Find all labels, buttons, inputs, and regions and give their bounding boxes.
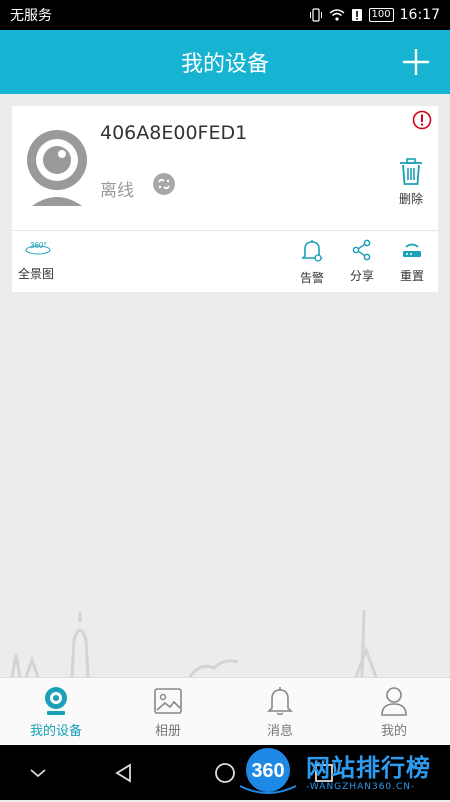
router-icon bbox=[403, 243, 421, 257]
delete-label: 删除 bbox=[398, 192, 423, 206]
status-icons: 100 16:17 bbox=[309, 7, 440, 23]
bell-icon bbox=[267, 687, 293, 716]
watermark-subtitle: -WANGZHAN360.CN- bbox=[306, 782, 416, 792]
panorama-button[interactable]: 360° 全景图 bbox=[18, 239, 74, 282]
trash-icon bbox=[400, 158, 422, 185]
nav-messages[interactable]: 消息 bbox=[240, 686, 320, 739]
nav-album-label: 相册 bbox=[154, 724, 181, 739]
share-label: 分享 bbox=[349, 269, 374, 283]
panorama-360-icon: 360° bbox=[25, 241, 51, 255]
app-header: 我的设备 bbox=[0, 30, 450, 94]
image-icon bbox=[154, 688, 182, 714]
panorama-label: 全景图 bbox=[18, 267, 55, 281]
add-device-button[interactable] bbox=[400, 46, 432, 78]
nav-me[interactable]: 我的 bbox=[354, 686, 434, 739]
svg-text:360: 360 bbox=[251, 760, 284, 782]
home-icon[interactable] bbox=[213, 761, 237, 785]
reset-button[interactable]: 重置 bbox=[392, 239, 432, 284]
watermark-logo: 360 网站排行榜 -WANGZHAN360.CN- bbox=[236, 748, 450, 798]
alarm-label: 告警 bbox=[299, 271, 324, 285]
back-icon[interactable] bbox=[112, 761, 136, 785]
alert-icon[interactable] bbox=[412, 110, 432, 130]
delete-button[interactable]: 删除 bbox=[396, 158, 426, 207]
nav-messages-label: 消息 bbox=[266, 724, 293, 739]
carrier-text: 无服务 bbox=[10, 8, 52, 24]
battery-indicator: 100 bbox=[368, 8, 394, 22]
sim-alert-icon bbox=[351, 9, 362, 21]
nav-my-devices[interactable]: 我的设备 bbox=[16, 686, 96, 739]
vibrate-icon bbox=[309, 8, 322, 22]
wifi-icon bbox=[329, 9, 345, 21]
clock-text: 16:17 bbox=[399, 7, 440, 23]
nav-me-label: 我的 bbox=[380, 724, 407, 739]
nav-album[interactable]: 相册 bbox=[128, 686, 208, 739]
camera-avatar-icon bbox=[27, 130, 87, 206]
hide-keyboard-icon[interactable] bbox=[26, 761, 50, 785]
camera-icon bbox=[45, 687, 67, 715]
disconnected-link-icon bbox=[153, 173, 175, 195]
page-title: 我的设备 bbox=[180, 52, 269, 77]
alarm-button[interactable]: 告警 bbox=[292, 239, 332, 286]
reset-label: 重置 bbox=[399, 269, 424, 283]
share-icon bbox=[352, 239, 371, 261]
device-id: 406A8E00FED1 bbox=[100, 122, 248, 144]
device-status: 离线 bbox=[100, 181, 134, 201]
bottom-navigation: 我的设备 相册 消息 我的 bbox=[0, 677, 450, 746]
svg-text:360°: 360° bbox=[30, 241, 47, 250]
skyline-background-icon bbox=[10, 610, 378, 677]
user-icon bbox=[381, 687, 407, 716]
device-card[interactable]: 406A8E00FED1 离线 删除 360° 全景图 告警 分享 重置 bbox=[12, 106, 438, 292]
device-card-main[interactable]: 406A8E00FED1 离线 删除 bbox=[12, 106, 438, 231]
bell-gear-icon bbox=[301, 240, 323, 262]
device-actions: 360° 全景图 告警 分享 重置 bbox=[12, 231, 438, 292]
nav-my-devices-label: 我的设备 bbox=[29, 724, 82, 739]
status-bar: 无服务 100 16:17 bbox=[0, 0, 450, 30]
share-button[interactable]: 分享 bbox=[342, 239, 382, 284]
watermark-title: 网站排行榜 bbox=[306, 754, 431, 782]
